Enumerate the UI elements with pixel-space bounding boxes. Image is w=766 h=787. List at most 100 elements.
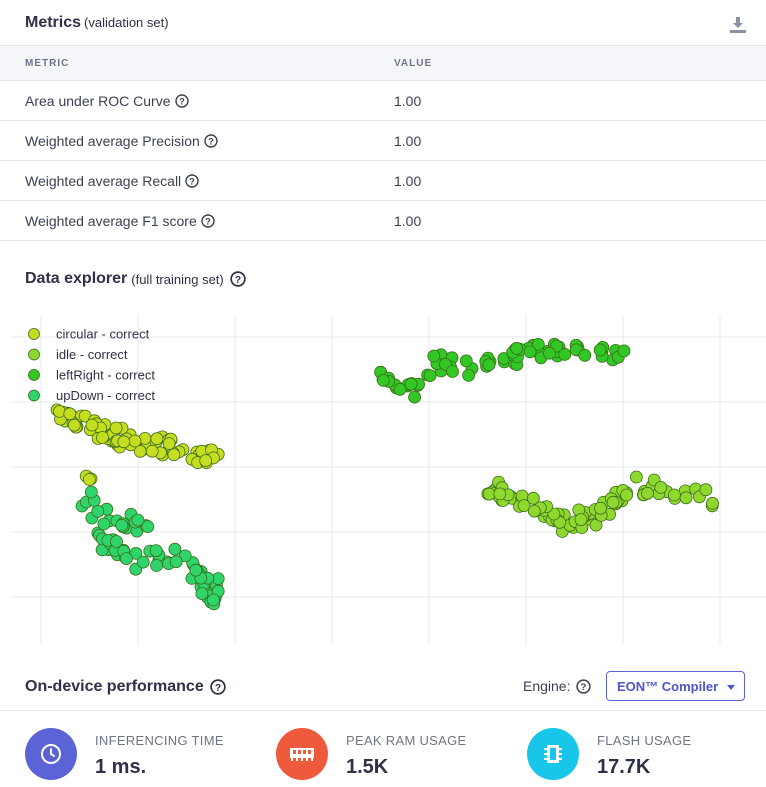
data-point	[641, 486, 654, 500]
data-point	[150, 432, 164, 446]
download-icon[interactable]	[729, 16, 747, 34]
svg-text:?: ?	[581, 682, 587, 693]
engine-select[interactable]: EON™ Compiler	[606, 671, 745, 701]
data-point	[510, 341, 524, 355]
data-point	[617, 344, 631, 358]
explorer-title: Data explorer (full training set) ?	[25, 270, 246, 288]
data-point	[482, 487, 496, 501]
data-point	[593, 343, 607, 357]
data-point	[393, 382, 407, 396]
metrics-table-header: METRIC VALUE	[0, 46, 766, 81]
question-circle-icon[interactable]: ?	[174, 94, 189, 108]
question-circle-icon[interactable]: ?	[204, 134, 218, 148]
divider	[0, 710, 766, 711]
stat-value: 17.7K	[597, 756, 651, 778]
data-point	[630, 470, 643, 484]
engine-label: Engine: ?	[523, 678, 592, 694]
legend-marker	[28, 369, 40, 381]
column-header-value: VALUE	[394, 58, 433, 69]
data-point	[195, 587, 209, 601]
data-point	[117, 435, 131, 449]
metric-value: 1.00	[394, 133, 422, 149]
clock-icon	[41, 744, 61, 764]
data-point	[462, 369, 476, 382]
metrics-subtitle: (validation set)	[84, 15, 169, 30]
data-point	[84, 485, 98, 499]
data-point	[654, 480, 668, 494]
data-point	[63, 407, 77, 421]
stat-value: 1.5K	[346, 756, 389, 778]
question-circle-icon[interactable]: ?	[230, 271, 246, 287]
legend-marker	[28, 328, 40, 340]
metric-name: Weighted average Recall	[25, 173, 182, 189]
svg-text:?: ?	[208, 136, 214, 146]
table-row: Weighted average Recall ? 1.00	[0, 161, 766, 201]
stat-icon-circle	[276, 728, 328, 780]
plot-legend: circular - correct idle - correct leftRigh…	[28, 327, 155, 403]
data-point	[141, 520, 155, 534]
ram-chip-icon	[290, 748, 314, 761]
data-point	[578, 348, 592, 362]
question-circle-icon[interactable]: ?	[210, 679, 226, 695]
svg-text:?: ?	[205, 216, 211, 226]
stat-label: PEAK RAM USAGE	[346, 733, 467, 748]
data-point	[606, 495, 620, 509]
data-point	[136, 555, 150, 569]
data-point	[110, 535, 123, 548]
performance-title: On-device performance ?	[25, 678, 226, 696]
data-point	[97, 517, 111, 531]
data-point	[150, 559, 164, 572]
data-point	[120, 552, 133, 566]
metric-value: 1.00	[394, 93, 422, 109]
data-point	[427, 349, 441, 363]
data-point	[423, 369, 437, 382]
data-point	[574, 513, 588, 527]
question-circle-icon[interactable]: ?	[576, 678, 592, 694]
data-point	[169, 555, 183, 569]
data-point	[128, 434, 142, 448]
data-point	[404, 377, 418, 391]
data-explorer-plot[interactable]: circular - correct idle - correct leftRigh…	[0, 305, 766, 650]
legend-label: upDown - correct	[56, 388, 155, 403]
legend-marker	[28, 348, 40, 361]
data-point	[189, 563, 203, 577]
data-point	[408, 390, 422, 404]
data-point	[482, 358, 496, 372]
data-point	[620, 488, 633, 502]
data-point	[679, 491, 693, 505]
data-point	[145, 444, 159, 458]
svg-text:?: ?	[179, 96, 185, 106]
data-point	[115, 518, 129, 532]
question-circle-icon[interactable]: ?	[201, 214, 215, 228]
stat-label: INFERENCING TIME	[95, 733, 224, 748]
chevron-down-icon	[727, 685, 735, 690]
metric-name: Weighted average F1 score	[25, 213, 197, 229]
data-point	[699, 483, 713, 497]
metrics-header: Metrics (validation set)	[0, 0, 766, 46]
data-point	[109, 421, 123, 435]
data-point	[706, 496, 719, 510]
stat-icon-circle	[527, 728, 579, 780]
table-row: Weighted average Precision ? 1.00	[0, 121, 766, 161]
legend-label: leftRight - correct	[56, 368, 155, 383]
legend-label: circular - correct	[56, 327, 150, 342]
metric-value: 1.00	[394, 213, 422, 229]
data-point	[493, 487, 507, 501]
legend-marker	[28, 389, 40, 402]
data-point	[67, 418, 81, 432]
data-point	[668, 488, 681, 502]
data-point	[543, 346, 556, 360]
data-point	[53, 405, 66, 418]
svg-text:?: ?	[215, 683, 221, 694]
data-point	[446, 365, 459, 378]
data-point	[376, 374, 390, 387]
data-point	[83, 473, 96, 486]
data-point	[199, 454, 213, 468]
data-point	[96, 431, 109, 444]
data-point	[523, 345, 537, 359]
data-point	[558, 348, 572, 361]
stat-value: 1 ms.	[95, 756, 147, 778]
data-point	[91, 504, 105, 518]
data-point	[206, 593, 220, 607]
question-circle-icon[interactable]: ?	[185, 174, 199, 188]
